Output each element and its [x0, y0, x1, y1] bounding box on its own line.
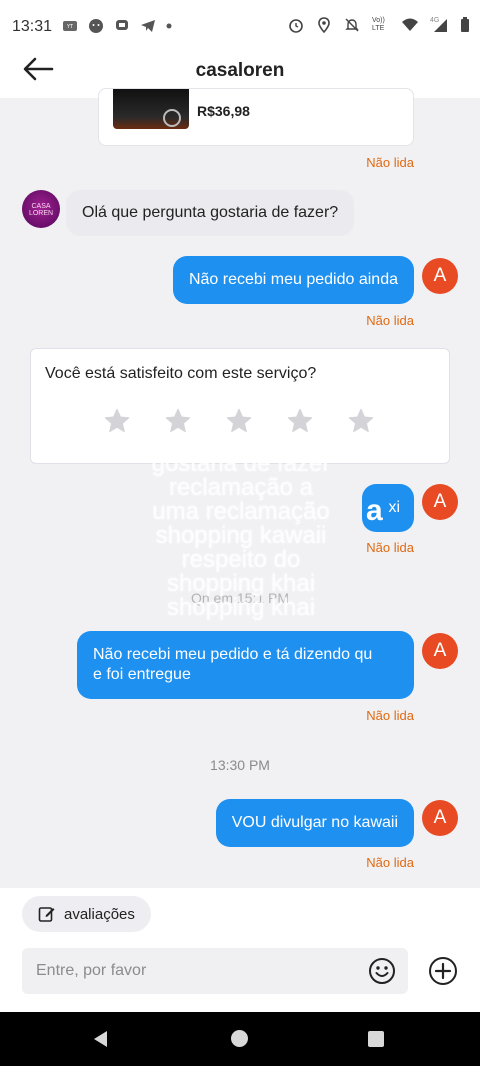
user-avatar[interactable]: A	[422, 633, 458, 669]
notification-icons: YT	[62, 18, 172, 34]
satisfaction-question: Você está satisfeito com este serviço?	[45, 365, 317, 382]
dot-icon	[166, 23, 172, 29]
battery-icon	[461, 17, 469, 32]
message-bubble-incoming[interactable]: Olá que pergunta gostaria de fazer?	[66, 190, 355, 236]
unread-status: Não lida	[366, 855, 414, 870]
message-input-box[interactable]	[22, 948, 408, 994]
telegram-icon	[141, 20, 155, 32]
system-navigation-bar	[0, 1012, 480, 1066]
emoji-icon[interactable]	[368, 957, 396, 985]
alarm-icon	[289, 19, 303, 33]
message-text-line: Não recebi meu pedido e tá dizendo qu	[93, 646, 373, 663]
chat-messages[interactable]: R$36,98 Não lida CASA LOREN Olá que perg…	[0, 88, 480, 888]
status-time: 13:31	[12, 18, 53, 35]
location-icon	[318, 17, 330, 33]
reviews-button[interactable]: avaliações	[22, 896, 151, 932]
timestamp: 13:30 PM	[210, 757, 270, 773]
overlay-glyph: a	[366, 494, 383, 527]
volte-icon: Vo)) LTE	[372, 17, 385, 32]
product-image	[113, 89, 189, 129]
reviews-button-label: avaliações	[64, 905, 135, 923]
overlay-line: respeito do	[181, 546, 301, 573]
svg-text:YT: YT	[66, 24, 74, 30]
nav-home-icon[interactable]	[231, 1030, 248, 1047]
nav-back-icon[interactable]	[92, 1030, 110, 1048]
overlay-line: gostaria de fazer	[151, 450, 331, 477]
product-price: R$36,98	[197, 103, 250, 119]
wifi-icon	[402, 18, 418, 31]
user-avatar[interactable]: A	[422, 484, 458, 520]
overlay-line: uma reclamação	[152, 498, 330, 525]
overlay-line: shopping kawaii	[155, 522, 327, 549]
youtube-music-icon: YT	[63, 21, 77, 31]
message-input[interactable]	[36, 948, 356, 994]
signal-4g-icon: 4G	[430, 17, 448, 33]
unread-status: Não lida	[366, 708, 414, 723]
message-text-line: e foi entregue	[93, 666, 191, 683]
overlay-line: qual pergunta	[167, 426, 315, 453]
chat-title: casaloren	[195, 60, 285, 81]
overlay-line: shopping khai	[166, 594, 316, 621]
edit-icon	[38, 907, 55, 922]
user-avatar[interactable]: A	[422, 258, 458, 294]
overlay-line: shopping khai	[166, 570, 316, 597]
message-bubble-outgoing[interactable]: Não recebi meu pedido e tá dizendo qu e …	[77, 631, 414, 699]
unread-status: Não lida	[366, 313, 414, 328]
chat-icon	[116, 20, 128, 30]
add-attachment-icon[interactable]	[428, 956, 458, 986]
system-icons: Vo)) LTE 4G	[288, 17, 470, 33]
unread-status: Não lida	[366, 155, 414, 170]
message-text: xi	[388, 499, 400, 516]
shop-avatar[interactable]: CASA LOREN	[22, 190, 60, 228]
user-avatar[interactable]: A	[422, 800, 458, 836]
nav-recents-icon[interactable]	[368, 1031, 384, 1047]
shop-avatar-text: CASA LOREN	[28, 203, 54, 217]
message-bubble-outgoing[interactable]: VOU divulgar no kawaii	[215, 799, 414, 847]
overlay-text: qual pergunta gostaria de fazer reclamaç…	[96, 428, 386, 620]
face-icon	[89, 19, 103, 33]
composer: avaliações	[0, 888, 480, 1012]
product-card[interactable]: R$36,98	[98, 88, 414, 146]
mute-icon	[345, 18, 359, 32]
overlay-line: reclamação a	[168, 474, 314, 501]
message-bubble-outgoing[interactable]: Não recebi meu pedido ainda	[172, 256, 414, 304]
